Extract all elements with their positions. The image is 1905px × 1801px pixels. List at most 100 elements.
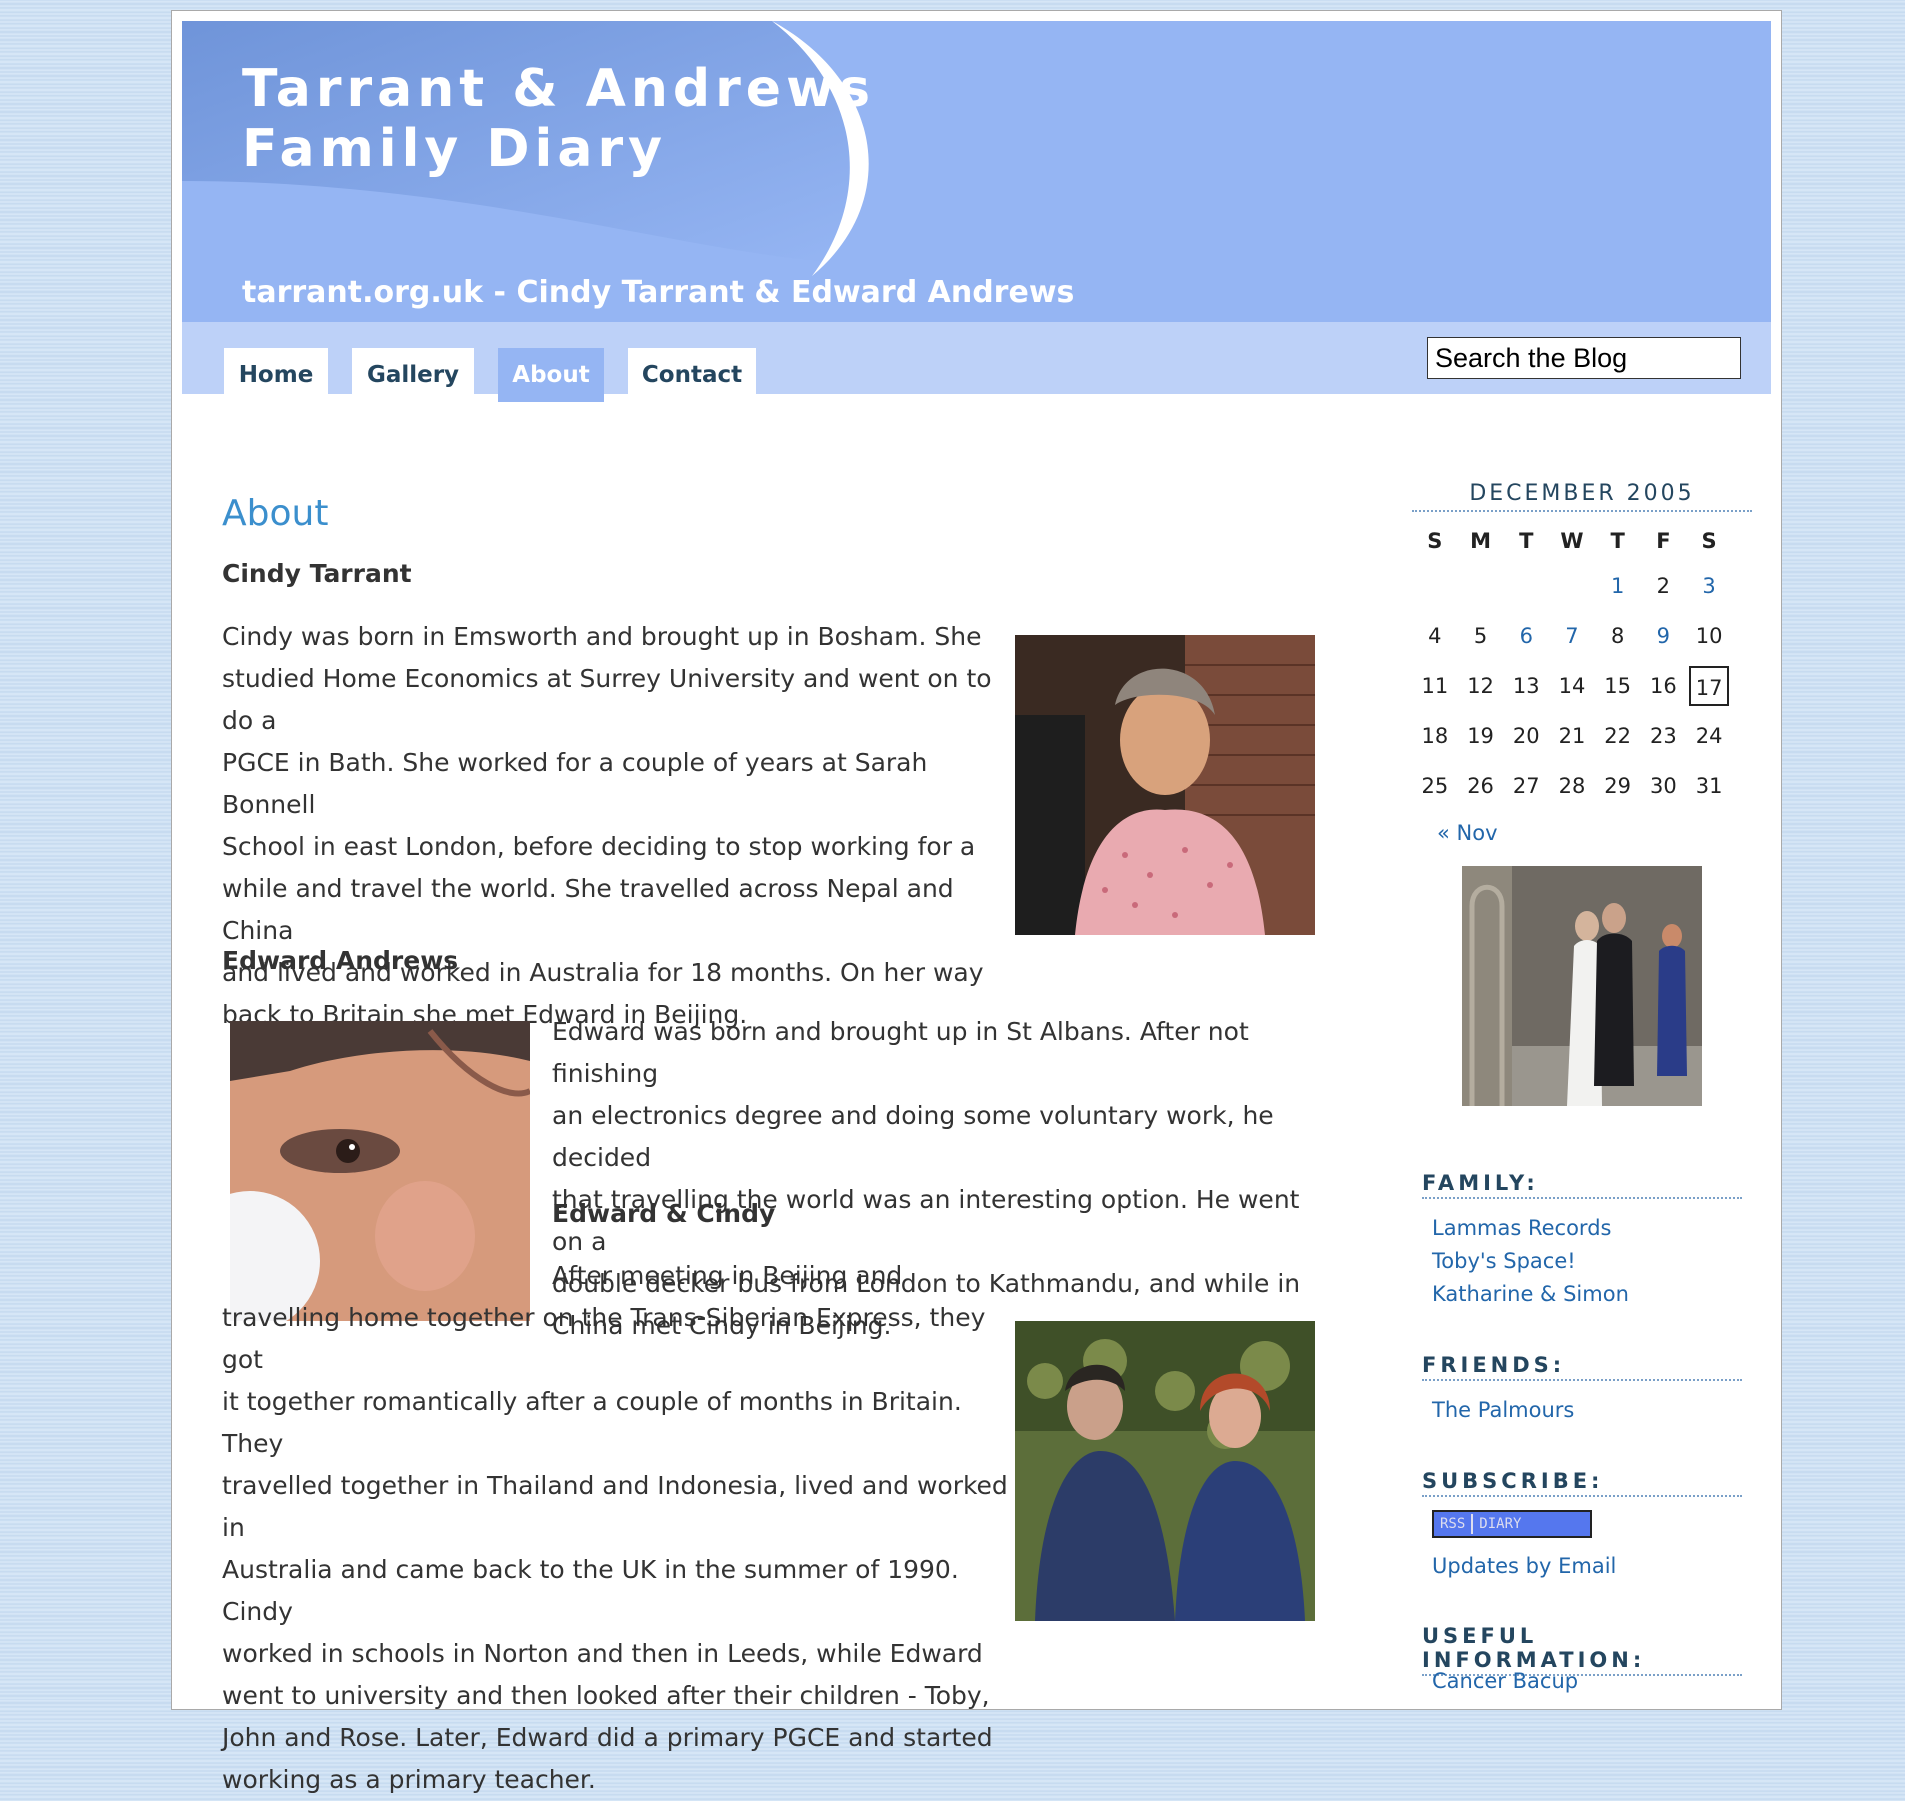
calendar-day: 27 bbox=[1512, 774, 1540, 798]
site-tagline: tarrant.org.uk - Cindy Tarrant & Edward … bbox=[242, 275, 1075, 310]
edward-cindy-paragraph: travelling home together on the Trans-Si… bbox=[222, 1297, 1022, 1801]
tab-gallery[interactable]: Gallery bbox=[352, 348, 474, 402]
text-line: went to university and then looked after… bbox=[222, 1681, 990, 1710]
calendar-week-row: 4 5 6 7 8 9 10 bbox=[1412, 611, 1732, 661]
tab-home[interactable]: Home bbox=[224, 348, 328, 402]
cindy-photo bbox=[1015, 635, 1315, 935]
calendar-empty-cell bbox=[1549, 561, 1595, 611]
family-heading: FAMILY: bbox=[1422, 1171, 1742, 1199]
calendar-empty-cell bbox=[1503, 561, 1549, 611]
calendar-day: 4 bbox=[1428, 624, 1442, 648]
calendar-empty-cell bbox=[1412, 561, 1458, 611]
text-line: it together romantically after a couple … bbox=[222, 1387, 962, 1458]
rss-badge-right: DIARY bbox=[1479, 1516, 1522, 1532]
calendar-day: 30 bbox=[1650, 774, 1677, 798]
calendar-week-row: 25 26 27 28 29 30 31 bbox=[1412, 761, 1732, 811]
calendar-weekday: M bbox=[1470, 529, 1491, 553]
calendar-weekday: S bbox=[1427, 529, 1443, 553]
calendar-day-link[interactable]: 1 bbox=[1595, 561, 1641, 611]
calendar-day-link[interactable]: 9 bbox=[1641, 611, 1687, 661]
calendar-week-row: 11 12 13 14 15 16 17 bbox=[1412, 661, 1732, 711]
rss-badge-left: RSS bbox=[1440, 1516, 1466, 1532]
calendar-day: 10 bbox=[1695, 624, 1723, 648]
page-container: Tarrant & Andrews Family Diary tarrant.o… bbox=[171, 10, 1782, 1794]
calendar-title: DECEMBER 2005 bbox=[1412, 481, 1752, 512]
calendar-weekday: S bbox=[1701, 529, 1717, 553]
calendar-day: 31 bbox=[1695, 774, 1723, 798]
calendar-day: 24 bbox=[1695, 724, 1723, 748]
text-line: travelling home together on the Trans-Si… bbox=[222, 1303, 986, 1374]
tab-contact[interactable]: Contact bbox=[628, 348, 756, 402]
calendar-day: 2 bbox=[1656, 574, 1671, 598]
calendar-weekday-row: SMTWTFS bbox=[1412, 521, 1732, 561]
tab-about[interactable]: About bbox=[498, 348, 604, 402]
calendar-day: 16 bbox=[1650, 674, 1677, 698]
link-cancer-bacup[interactable]: Cancer Bacup bbox=[1432, 1669, 1578, 1693]
search-input[interactable] bbox=[1427, 337, 1741, 379]
text-line: working as a primary teacher. bbox=[222, 1765, 596, 1794]
calendar-empty-cell bbox=[1458, 561, 1504, 611]
link-lammas-records[interactable]: Lammas Records bbox=[1432, 1216, 1611, 1240]
rss-feed-button[interactable]: RSS DIARY bbox=[1432, 1510, 1592, 1538]
link-tobys-space[interactable]: Toby's Space! bbox=[1432, 1249, 1576, 1273]
calendar-day: 26 bbox=[1467, 774, 1494, 798]
text-line: PGCE in Bath. She worked for a couple of… bbox=[222, 748, 928, 819]
friends-heading: FRIENDS: bbox=[1422, 1353, 1742, 1381]
calendar-day: 11 bbox=[1421, 674, 1449, 698]
calendar-day: 14 bbox=[1558, 674, 1586, 698]
wedding-photo[interactable] bbox=[1462, 866, 1702, 1106]
calendar-prev-month-link[interactable]: « Nov bbox=[1437, 821, 1498, 845]
nav-bar: Home Gallery About Contact bbox=[182, 322, 1771, 402]
calendar-week-row: 18 19 20 21 22 23 24 bbox=[1412, 711, 1732, 761]
calendar-day: 13 bbox=[1512, 674, 1540, 698]
text-line: John and Rose. Later, Edward did a prima… bbox=[222, 1723, 993, 1752]
text-line: Cindy was born in Emsworth and brought u… bbox=[222, 622, 982, 651]
calendar-day: 19 bbox=[1467, 724, 1494, 748]
section-heading-edward-cindy: Edward & Cindy bbox=[552, 1199, 776, 1228]
site-title-line-2[interactable]: Family Diary bbox=[242, 119, 875, 179]
calendar-weekday: T bbox=[1519, 529, 1534, 553]
calendar-day: 8 bbox=[1610, 624, 1625, 648]
section-heading-edward: Edward Andrews bbox=[222, 946, 459, 975]
calendar-day: 20 bbox=[1512, 724, 1540, 748]
calendar-day: 28 bbox=[1558, 774, 1586, 798]
page-title: About bbox=[222, 493, 329, 534]
text-line: studied Home Economics at Surrey Univers… bbox=[222, 664, 992, 735]
text-line: School in east London, before deciding t… bbox=[222, 832, 976, 861]
calendar-week-row: 123 bbox=[1412, 561, 1732, 611]
section-heading-cindy: Cindy Tarrant bbox=[222, 559, 412, 588]
link-the-palmours[interactable]: The Palmours bbox=[1432, 1398, 1574, 1422]
calendar-day: 29 bbox=[1604, 774, 1632, 798]
link-updates-by-email[interactable]: Updates by Email bbox=[1432, 1554, 1616, 1578]
calendar-day: 25 bbox=[1421, 774, 1449, 798]
calendar-day: 18 bbox=[1421, 724, 1449, 748]
calendar-day: 22 bbox=[1604, 724, 1632, 748]
edward-cindy-photo bbox=[1015, 1321, 1315, 1621]
site-title[interactable]: Tarrant & Andrews Family Diary bbox=[242, 59, 875, 179]
calendar-day: 5 bbox=[1473, 624, 1488, 648]
calendar-day: 15 bbox=[1604, 674, 1632, 698]
site-header: Tarrant & Andrews Family Diary tarrant.o… bbox=[182, 21, 1771, 322]
calendar-weekday: W bbox=[1560, 529, 1584, 553]
calendar-day-link[interactable]: 6 bbox=[1503, 611, 1549, 661]
calendar-day-link[interactable]: 3 bbox=[1686, 561, 1732, 611]
text-line: an electronics degree and doing some vol… bbox=[552, 1101, 1274, 1172]
calendar-day-link[interactable]: 7 bbox=[1549, 611, 1595, 661]
text-line: Edward was born and brought up in St Alb… bbox=[552, 1017, 1249, 1088]
text-line: travelled together in Thailand and Indon… bbox=[222, 1471, 1008, 1542]
site-title-line-1[interactable]: Tarrant & Andrews bbox=[242, 59, 875, 119]
calendar: SMTWTFS 1 2 3 4 5 6 7 8 9 10 11 12 13 14 15 16 17 18 19 20 2… bbox=[1412, 521, 1732, 811]
text-line: worked in schools in Norton and then in … bbox=[222, 1639, 983, 1668]
text-line: Australia and came back to the UK in the… bbox=[222, 1555, 959, 1626]
calendar-weekday: F bbox=[1656, 529, 1671, 553]
subscribe-heading: SUBSCRIBE: bbox=[1422, 1469, 1742, 1497]
calendar-day: 12 bbox=[1467, 674, 1494, 698]
link-katharine-simon[interactable]: Katharine & Simon bbox=[1432, 1282, 1629, 1306]
edward-cindy-paragraph-start: After meeting in Beijing and bbox=[552, 1261, 903, 1290]
calendar-day: 23 bbox=[1650, 724, 1677, 748]
edward-photo bbox=[230, 1021, 530, 1321]
calendar-weekday: T bbox=[1610, 529, 1625, 553]
calendar-day: 21 bbox=[1558, 724, 1586, 748]
text-line: while and travel the world. She travelle… bbox=[222, 874, 954, 945]
calendar-today: 17 bbox=[1686, 661, 1732, 711]
